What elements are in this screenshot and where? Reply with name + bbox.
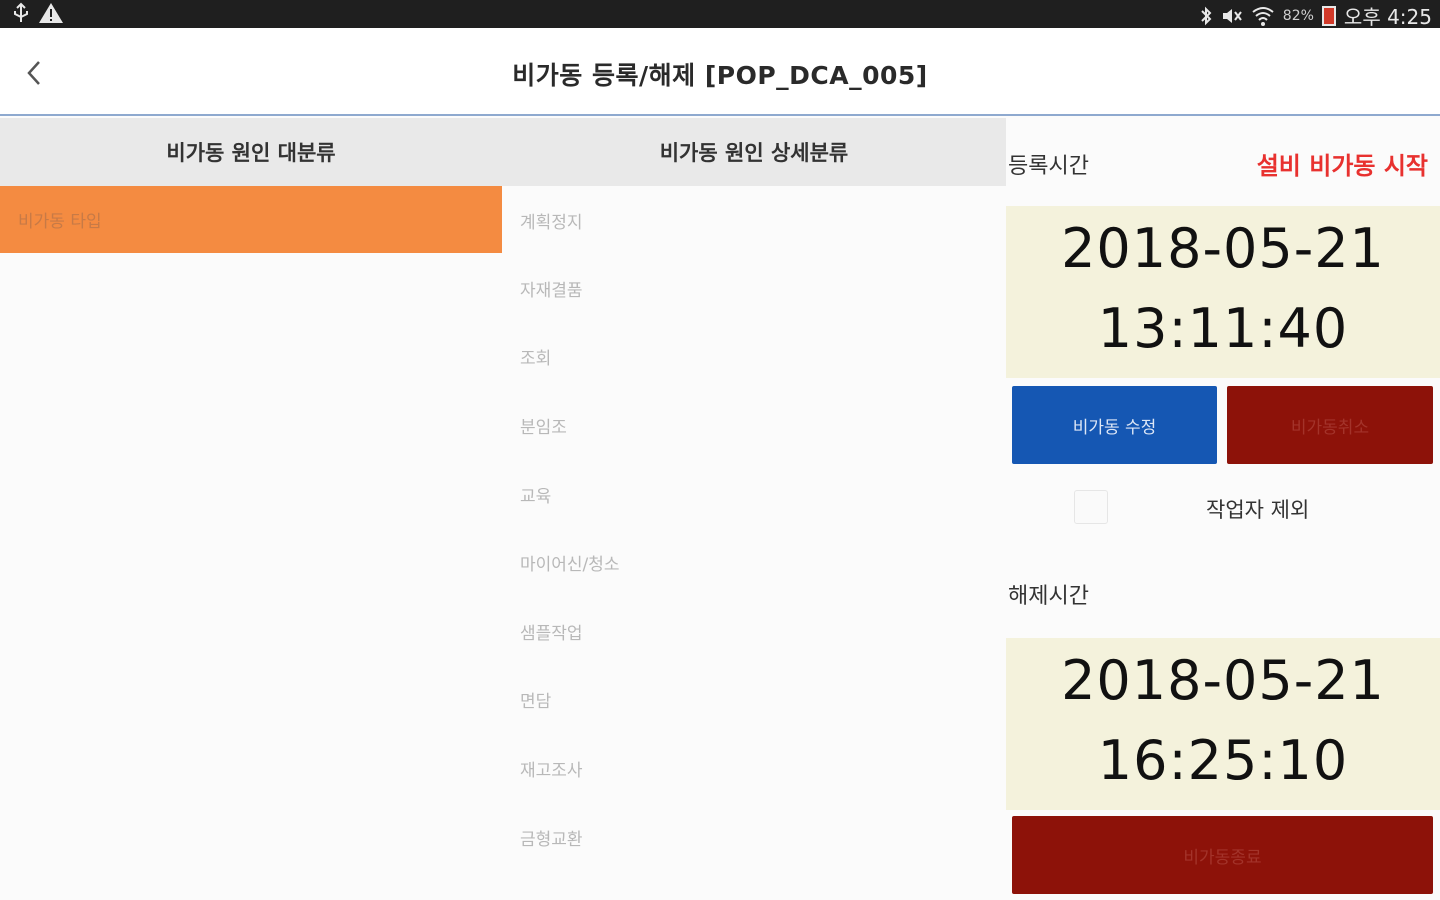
app-bar: 비가동 등록/해제 [POP_DCA_005] (0, 28, 1440, 116)
list-item[interactable]: 자재결품 (502, 254, 1006, 323)
registration-header: 등록시간 설비 비가동 시작 (1006, 148, 1440, 180)
release-time-label: 해제시간 (1008, 584, 1089, 609)
registration-time-display: 2018-05-21 13:11:40 (1006, 206, 1440, 378)
status-left (12, 2, 64, 24)
battery-icon (1321, 5, 1336, 26)
wifi-icon (1252, 6, 1274, 26)
battery-percent: 82% (1282, 7, 1314, 24)
exclude-worker-label: 작업자 제외 (1206, 498, 1310, 522)
list-item[interactable]: 샘플작업 (502, 597, 1006, 666)
status-bar: 82% 오후 4:25 (0, 0, 1440, 30)
release-date: 2018-05-21 (1061, 649, 1385, 712)
detail-category-panel: 비가동 원인 상세분류 계획정지 자재결품 조회 분임조 교육 마이어신/청소 … (502, 118, 1006, 900)
detail-category-header: 비가동 원인 상세분류 (502, 118, 1006, 186)
list-item[interactable]: 조회 (502, 323, 1006, 392)
list-item[interactable]: 분임조 (502, 391, 1006, 460)
page-title: 비가동 등록/해제 [POP_DCA_005] (512, 61, 928, 90)
major-item-downtime-type[interactable]: 비가동 타입 (0, 186, 502, 253)
list-item[interactable]: 금형교환 (502, 803, 1006, 872)
list-item[interactable]: 교육 (502, 460, 1006, 529)
registration-date: 2018-05-21 (1061, 217, 1385, 280)
registration-time-label: 등록시간 (1008, 154, 1089, 179)
status-badge: 설비 비가동 시작 (1256, 152, 1428, 180)
registration-time: 13:11:40 (1097, 297, 1349, 360)
release-time-display: 2018-05-21 16:25:10 (1006, 638, 1440, 810)
detail-list: 계획정지 자재결품 조회 분임조 교육 마이어신/청소 샘플작업 면담 재고조사… (502, 186, 1006, 871)
list-item[interactable]: 계획정지 (502, 186, 1006, 254)
status-right: 82% 오후 4:25 (1199, 1, 1432, 30)
major-item-label: 비가동 타입 (18, 212, 102, 232)
bluetooth-icon (1201, 6, 1212, 25)
list-item[interactable]: 재고조사 (502, 734, 1006, 803)
warning-icon (39, 3, 63, 23)
usb-icon (14, 2, 28, 22)
clock: 오후 4:25 (1343, 5, 1432, 29)
time-panel: 등록시간 설비 비가동 시작 2018-05-21 13:11:40 비가동 수… (1006, 118, 1440, 900)
exclude-worker-checkbox[interactable] (1074, 490, 1108, 524)
release-time: 16:25:10 (1097, 729, 1349, 792)
edit-downtime-button[interactable]: 비가동 수정 (1012, 386, 1217, 464)
major-category-header: 비가동 원인 대분류 (0, 118, 502, 186)
list-item[interactable]: 면담 (502, 666, 1006, 735)
cancel-downtime-button[interactable]: 비가동취소 (1227, 386, 1433, 464)
end-downtime-button[interactable]: 비가동종료 (1012, 816, 1433, 894)
major-category-panel: 비가동 원인 대분류 비가동 타입 (0, 118, 502, 900)
list-item[interactable]: 마이어신/청소 (502, 528, 1006, 597)
mute-icon (1222, 8, 1242, 23)
